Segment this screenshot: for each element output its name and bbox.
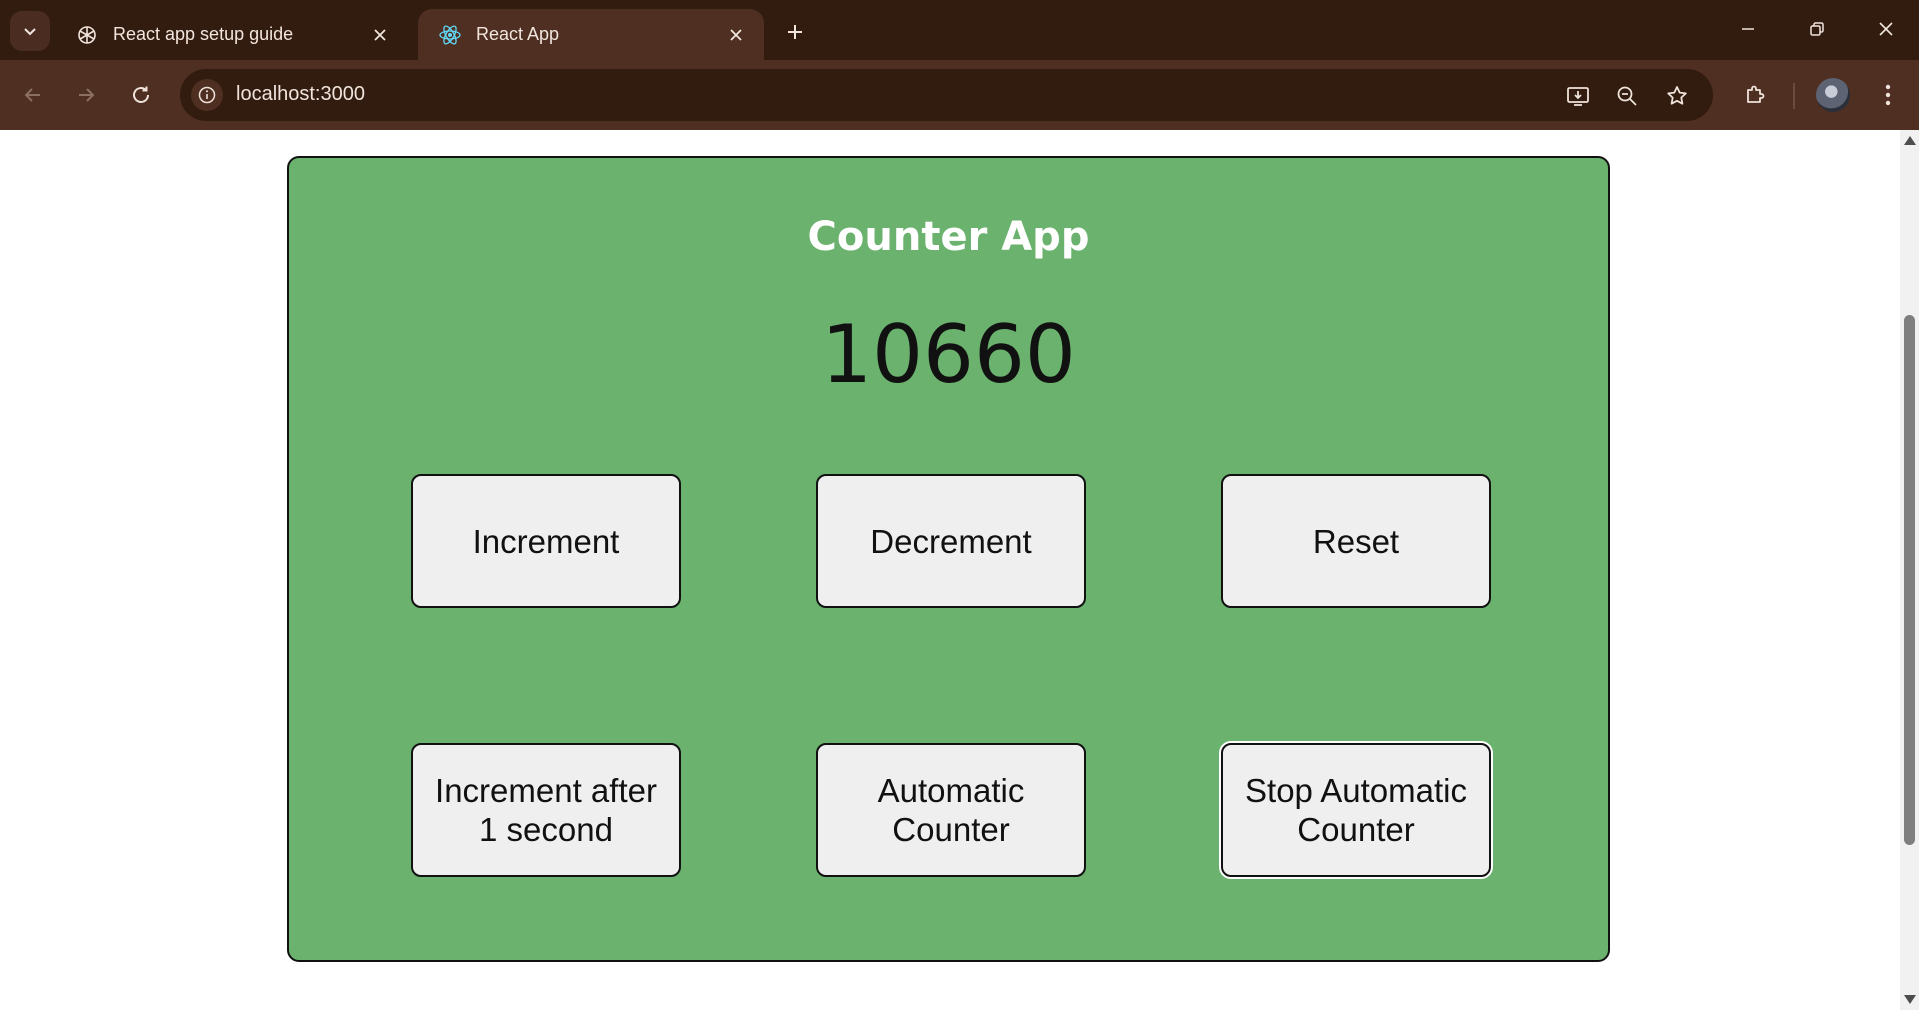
address-bar[interactable]: localhost:3000 (180, 69, 1713, 121)
app-title: Counter App (807, 214, 1090, 260)
new-tab-button[interactable] (777, 14, 813, 50)
site-info-button[interactable] (191, 79, 223, 111)
minimize-icon (1742, 28, 1754, 30)
zoom-button[interactable] (1612, 81, 1642, 111)
chevron-down-icon (24, 28, 36, 36)
scroll-down-arrow[interactable] (1904, 995, 1916, 1004)
arrow-right-icon (79, 88, 95, 102)
extensions-button[interactable] (1737, 77, 1773, 113)
install-icon (1567, 87, 1589, 106)
reload-icon (133, 86, 149, 103)
browser-menu-button[interactable] (1870, 77, 1906, 113)
tab-react-app[interactable]: React App (418, 9, 764, 60)
openai-icon (75, 23, 99, 47)
back-button[interactable] (11, 73, 55, 117)
increment-after-delay-button[interactable]: Increment after 1 second (411, 743, 681, 877)
counter-panel: Counter App 10660 Increment Decrement Re… (287, 156, 1610, 962)
vertical-scrollbar[interactable] (1900, 130, 1919, 1010)
tab-strip: React app setup guide React App (0, 0, 1919, 60)
counter-value: 10660 (821, 308, 1076, 401)
url-text[interactable]: localhost:3000 (236, 83, 365, 106)
page-viewport: Counter App 10660 Increment Decrement Re… (0, 130, 1900, 1010)
scrollbar-thumb[interactable] (1904, 315, 1915, 845)
arrow-left-icon (24, 88, 40, 102)
tab-title: React app setup guide (113, 24, 294, 44)
kebab-menu-icon (1885, 84, 1891, 106)
info-icon (198, 86, 216, 104)
star-icon (1667, 86, 1687, 105)
close-icon[interactable] (722, 21, 750, 49)
profile-avatar[interactable] (1816, 78, 1850, 112)
automatic-counter-button[interactable]: Automatic Counter (816, 743, 1086, 877)
toolbar-divider (1793, 83, 1795, 109)
close-window-button[interactable] (1858, 7, 1914, 51)
minimize-button[interactable] (1720, 7, 1776, 51)
close-icon (1879, 22, 1893, 36)
decrement-button[interactable]: Decrement (816, 474, 1086, 608)
reload-button[interactable] (119, 73, 163, 117)
increment-button[interactable]: Increment (411, 474, 681, 608)
puzzle-icon (1747, 85, 1765, 103)
close-icon[interactable] (366, 21, 394, 49)
tab-react-app-setup-guide[interactable]: React app setup guide (55, 9, 408, 60)
bookmark-button[interactable] (1662, 81, 1692, 111)
restore-button[interactable] (1789, 7, 1845, 51)
zoom-out-icon (1617, 86, 1637, 106)
tab-title: React App (476, 24, 560, 44)
forward-button[interactable] (64, 73, 108, 117)
stop-automatic-counter-button[interactable]: Stop Automatic Counter (1221, 743, 1491, 877)
restore-icon (1810, 22, 1824, 36)
tab-search-button[interactable] (10, 11, 50, 51)
scroll-up-arrow[interactable] (1904, 136, 1916, 145)
install-app-button[interactable] (1563, 81, 1593, 111)
plus-icon (788, 25, 802, 39)
react-icon (438, 23, 462, 47)
reset-button[interactable]: Reset (1221, 474, 1491, 608)
